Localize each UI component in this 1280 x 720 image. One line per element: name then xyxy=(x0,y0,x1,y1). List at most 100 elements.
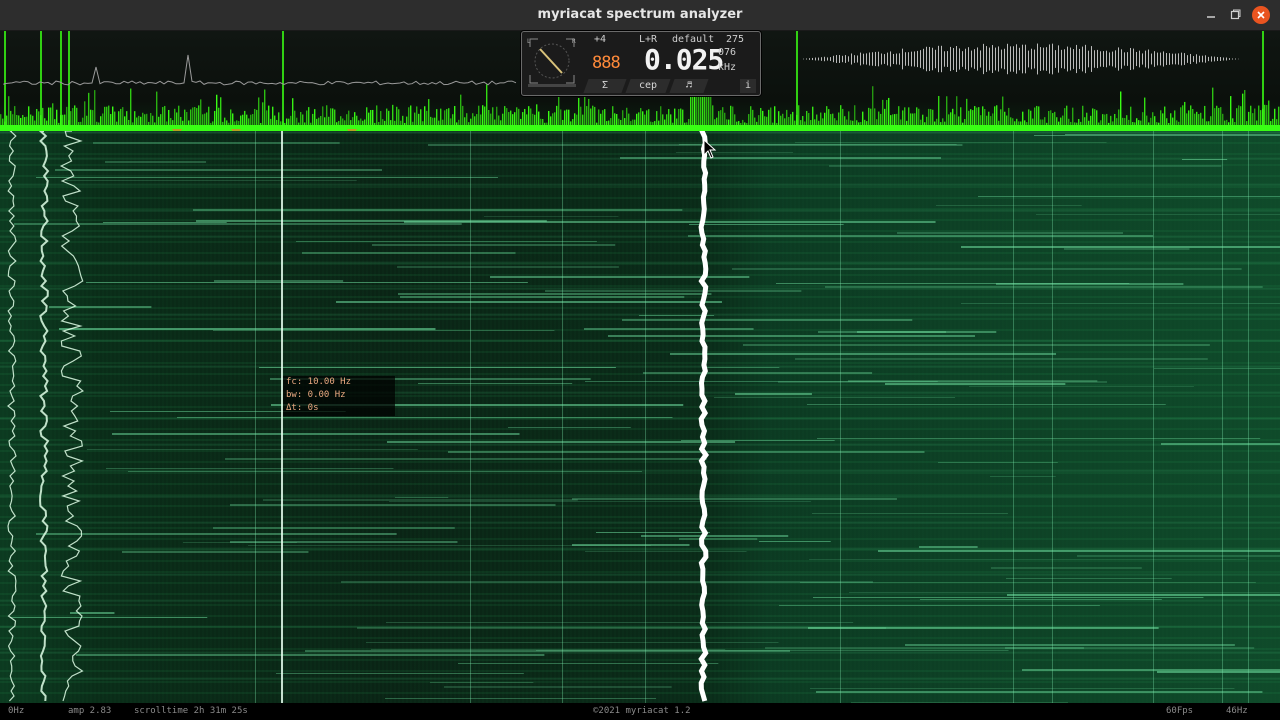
spectrum-bar xyxy=(156,91,158,129)
waveform-sample xyxy=(986,46,987,72)
spectrogram-streak xyxy=(397,266,619,268)
spectrum-bar xyxy=(886,99,888,129)
spectrogram-streak xyxy=(1022,669,1280,671)
max-frequency-label: 46Hz xyxy=(1226,706,1248,716)
spectrogram-streak xyxy=(1077,555,1280,557)
spectrogram-streak xyxy=(385,698,657,699)
spectrum-bar xyxy=(1212,87,1214,129)
waveform-sample xyxy=(938,45,939,73)
spectrogram-streak xyxy=(1182,159,1228,160)
spectrogram-tone-line xyxy=(1248,131,1249,703)
spectrum-spike xyxy=(68,31,70,129)
waveform-sample xyxy=(1034,49,1035,69)
spectrum-bar xyxy=(1002,96,1004,129)
spectrogram-streak xyxy=(36,533,397,535)
spectrogram-streak xyxy=(1157,671,1280,673)
cepstrum-tab[interactable]: cep xyxy=(625,79,671,93)
waveform-sample xyxy=(1103,51,1104,67)
scrolltime-readout[interactable]: scrolltime 2h 31m 25s xyxy=(134,703,248,720)
center-frequency: fc: 10.00 Hz xyxy=(286,377,352,387)
spectrogram-streak xyxy=(620,157,942,159)
waveform-sample xyxy=(1040,47,1041,71)
spectrogram-streak xyxy=(484,216,619,217)
spectrum-spike xyxy=(282,31,284,129)
waveform-sample xyxy=(947,51,948,67)
spectrogram-streak xyxy=(807,404,1166,405)
waveform-sample xyxy=(869,52,870,66)
spectrogram-plot xyxy=(7,131,1280,703)
waveform-sample xyxy=(1076,44,1077,74)
spectrogram-tone-line xyxy=(840,131,841,703)
spectrogram-streak xyxy=(508,427,631,428)
notes-tab[interactable]: ♬ xyxy=(669,79,709,93)
spectrogram-view[interactable] xyxy=(0,131,1280,703)
waveform-sample xyxy=(890,51,891,67)
info-tab[interactable]: i xyxy=(740,79,756,93)
waveform-sample xyxy=(884,54,885,64)
spectrogram-streak xyxy=(812,513,1008,514)
spectrum-bar xyxy=(292,98,294,129)
spectrogram-streak xyxy=(938,462,1058,463)
spectrogram-streak xyxy=(608,335,975,337)
close-button[interactable] xyxy=(1252,6,1270,24)
amplitude-readout[interactable]: amp 2.83 xyxy=(68,703,111,720)
spectrogram-streak xyxy=(336,301,722,303)
spectrum-bar xyxy=(578,97,580,129)
waveform-sample xyxy=(992,45,993,73)
waveform-sample xyxy=(1055,50,1056,68)
waveform-sample xyxy=(1142,53,1143,65)
waveform-sample xyxy=(1205,55,1206,63)
waveform-sample xyxy=(1163,51,1164,67)
spectrum-bar xyxy=(216,94,218,129)
waveform-sample xyxy=(1016,44,1017,74)
spectrogram-streak xyxy=(585,381,938,382)
spectrogram-main-tone xyxy=(698,131,709,702)
waveform-sample xyxy=(974,49,975,69)
spectrogram-streak xyxy=(193,209,683,211)
spectrum-spike xyxy=(4,31,6,129)
spectrum-bar xyxy=(94,90,96,129)
spectrogram-streak xyxy=(829,165,1222,167)
spectrum-bar xyxy=(486,84,488,129)
waveform-sample xyxy=(836,55,837,63)
waveform-sample xyxy=(1097,49,1098,69)
delta-time: Δt: 0s xyxy=(286,403,319,413)
waveform-sample xyxy=(863,53,864,65)
waveform-sample xyxy=(1118,47,1119,71)
sum-tab[interactable]: Σ xyxy=(583,79,627,93)
spectrum-bar xyxy=(258,97,260,129)
waveform-sample xyxy=(989,47,990,71)
minimize-icon[interactable] xyxy=(1203,7,1219,23)
spectrogram-streak xyxy=(689,224,844,225)
waveform-sample xyxy=(911,51,912,67)
waveform-sample xyxy=(1004,48,1005,70)
spectrogram-streak xyxy=(676,152,794,153)
waveform-sample xyxy=(833,55,834,63)
dial-label-left: L xyxy=(527,38,531,45)
waveform-sample xyxy=(1013,46,1014,72)
title-bar: myriacat spectrum analyzer xyxy=(0,0,1280,31)
waveform-sample xyxy=(950,46,951,72)
spectrogram-streak xyxy=(1034,135,1280,136)
spectrogram-streak xyxy=(572,544,690,546)
waveform-sample xyxy=(1157,52,1158,66)
spectrogram-streak xyxy=(177,417,673,418)
frequency-unit: kHz xyxy=(718,62,737,73)
spectrogram-streak xyxy=(776,283,1130,284)
spectrogram-streak xyxy=(679,144,957,145)
waveform-sample xyxy=(881,53,882,65)
waveform-sample xyxy=(1061,49,1062,69)
spectrogram-streak xyxy=(87,449,418,450)
waveform-sample xyxy=(1094,50,1095,68)
maximize-icon[interactable] xyxy=(1227,7,1243,23)
spectrogram-streak xyxy=(386,622,854,623)
waveform-sample xyxy=(1232,58,1233,60)
spectrogram-streak xyxy=(545,290,802,292)
spectrogram-streak xyxy=(596,532,710,533)
spectrogram-tone-line xyxy=(470,131,471,703)
waveform-sample xyxy=(1025,44,1026,74)
spectrogram-streak xyxy=(86,282,528,283)
cursor-info-tooltip: fc: 10.00 Hz bw: 0.00 Hz Δt: 0s xyxy=(283,376,395,416)
spectrogram-streak xyxy=(341,581,873,583)
waveform-sample xyxy=(953,48,954,70)
